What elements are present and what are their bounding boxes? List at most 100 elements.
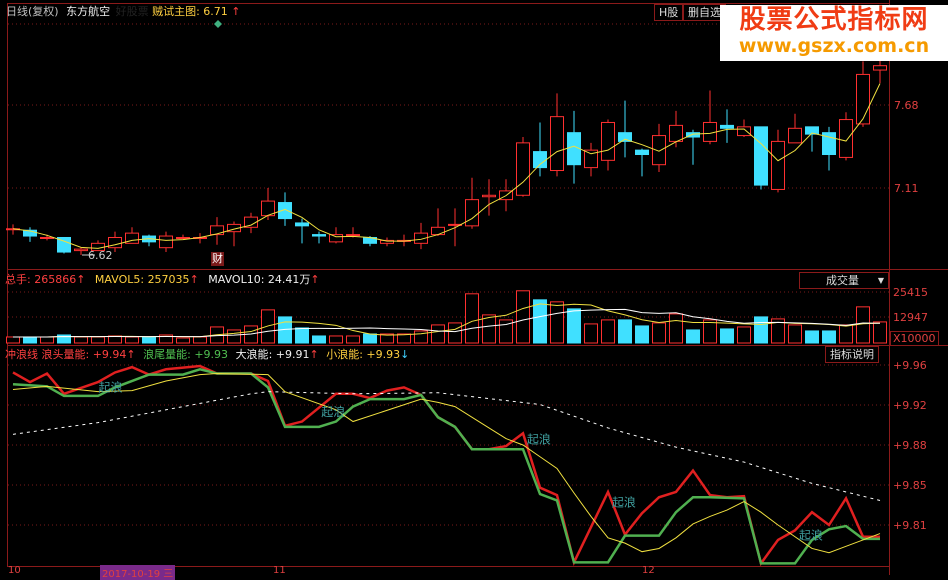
watermark-logo: 股票公式指标网 www.gszx.com.cn (720, 5, 948, 61)
mavol10-value: 24.41万 (267, 273, 311, 286)
candle[interactable] (414, 222, 428, 250)
up-arrow-icon: ↑ (76, 273, 86, 286)
candle[interactable] (703, 90, 717, 145)
candle[interactable] (23, 227, 37, 242)
candle[interactable] (720, 109, 734, 143)
indicator-axis: +9.96 +9.92 +9.88 +9.85 +9.81 (893, 359, 927, 532)
indicator-tick: +9.85 (893, 479, 927, 492)
candle[interactable] (839, 112, 853, 161)
indicator-line (12, 364, 880, 567)
wave-start-label: 起浪 (99, 379, 123, 394)
indicator-dropdown[interactable]: 成交量 ▼ (799, 272, 889, 289)
candle[interactable] (142, 234, 156, 247)
volume-bar (312, 335, 326, 344)
volume-bar (6, 336, 20, 344)
wave-start-label: 起浪 (612, 495, 636, 510)
candle[interactable] (618, 100, 632, 158)
candle[interactable] (601, 119, 615, 171)
indicator-help-button[interactable]: 指标说明 (825, 346, 879, 363)
candle[interactable] (431, 208, 445, 237)
volume-bar (227, 329, 241, 344)
candle[interactable] (482, 179, 496, 216)
volume-bar (635, 325, 649, 344)
volume-bar (482, 314, 496, 344)
volume-bar (720, 328, 734, 344)
volume-bar (40, 336, 54, 344)
candle[interactable] (805, 126, 819, 152)
volume-bar (703, 319, 717, 344)
candle[interactable] (159, 231, 173, 253)
candle[interactable] (754, 126, 768, 190)
indicator-lines (12, 364, 881, 567)
total-value: 265866 (34, 273, 77, 286)
up-arrow-icon: ↑ (126, 348, 136, 361)
volume-bar (533, 299, 547, 344)
logo-title: 股票公式指标网 (739, 5, 929, 35)
volume-bar (142, 336, 156, 344)
low-price-label: 6.62 (88, 249, 113, 262)
wave-start-label: 起浪 (321, 404, 345, 419)
candle[interactable] (516, 137, 530, 197)
volume-bar (550, 301, 564, 344)
series-value: +9.94 (92, 348, 127, 361)
candle[interactable] (550, 93, 564, 177)
candle[interactable] (312, 231, 326, 244)
volume-bar (329, 335, 343, 344)
candle[interactable] (635, 148, 649, 177)
volume-bar (295, 327, 309, 344)
volume-bar (448, 322, 462, 344)
series-label: 小浪能 (326, 348, 360, 361)
volume-bar (176, 337, 190, 344)
candle[interactable] (652, 123, 666, 172)
candle[interactable] (788, 113, 802, 144)
chevron-down-icon: ▼ (877, 276, 884, 285)
candle[interactable] (856, 61, 870, 127)
mavol5-value: 257035 (147, 273, 190, 286)
up-arrow-icon: ↑ (309, 348, 319, 361)
mavol5-label: MAVOL5 (94, 273, 141, 286)
series-value: +9.93 (366, 348, 401, 361)
indicator-value: 6.71 (203, 5, 228, 18)
candle[interactable] (873, 59, 887, 84)
volume-bars (6, 290, 887, 344)
candle[interactable] (227, 221, 241, 247)
indicator-tick: +9.92 (893, 399, 927, 412)
candle[interactable] (74, 247, 88, 255)
volume-bar (193, 336, 207, 344)
volume-bar (873, 321, 887, 344)
time-label: 10 (8, 565, 21, 576)
volume-bar (23, 336, 37, 344)
volume-bar (737, 326, 751, 344)
volume-bar (91, 336, 105, 344)
series-label: 大浪能 (235, 348, 269, 361)
period-label[interactable]: 日线(复权) (6, 5, 59, 18)
candle[interactable] (380, 237, 394, 247)
candle[interactable] (295, 218, 309, 244)
volume-bar (856, 306, 870, 344)
volume-bar (686, 329, 700, 344)
candle[interactable] (737, 119, 751, 138)
volume-header: 总手: 265866↑ MAVOL5: 257035↑ MAVOL10: 24.… (5, 273, 320, 286)
candle[interactable] (210, 217, 224, 245)
candle[interactable] (176, 234, 190, 239)
finance-badge[interactable]: 财 (211, 252, 224, 266)
volume-bar (74, 336, 88, 344)
volume-bar (669, 313, 683, 344)
up-arrow-icon: ↑ (189, 273, 199, 286)
dropdown-value: 成交量 (826, 274, 859, 287)
volume-bar (754, 316, 768, 344)
tab-h-shares[interactable]: H股 (654, 4, 684, 21)
stock-name: 东方航空 (66, 5, 111, 18)
candle[interactable] (584, 142, 598, 177)
price-axis: 7.68 7.11 (894, 99, 919, 195)
logo-url: www.gszx.com.cn (738, 35, 930, 57)
volume-bar (465, 293, 479, 344)
candle[interactable] (822, 126, 836, 171)
candle[interactable] (533, 122, 547, 177)
indicator-tick: +9.88 (893, 439, 927, 452)
up-arrow-icon: ↑ (310, 273, 320, 286)
candle[interactable] (686, 129, 700, 165)
volume-bar (516, 290, 530, 344)
volume-tick: 25415 (893, 286, 928, 299)
candlestick-series (6, 59, 887, 255)
